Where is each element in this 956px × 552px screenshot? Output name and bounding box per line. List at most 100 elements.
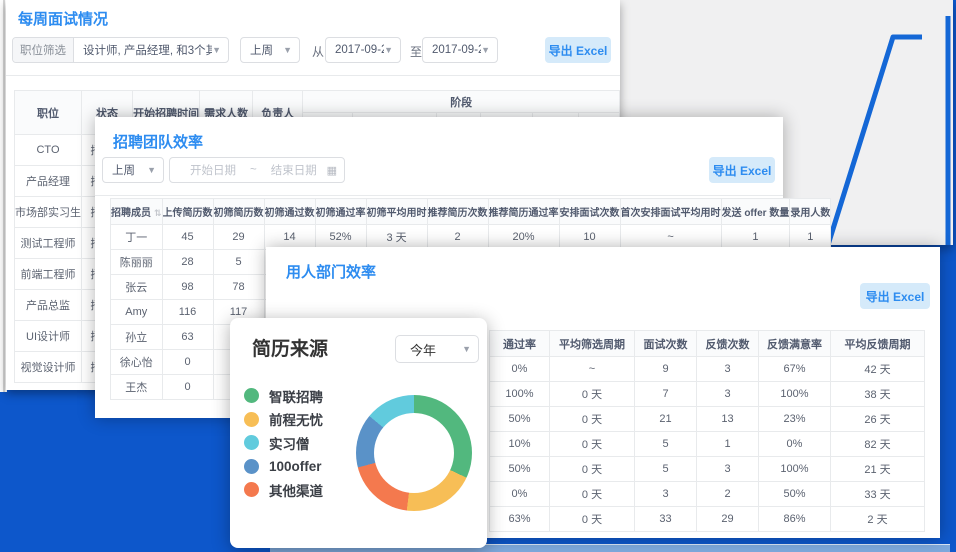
legend-color-dot [244, 435, 259, 450]
resume-source-donut-chart [356, 395, 472, 511]
export-excel-button[interactable]: 导出 Excel [545, 37, 611, 63]
end-date-placeholder: 结束日期 [257, 162, 317, 178]
column-header: 安排面试次数 [559, 199, 620, 225]
column-header: 初筛简历数 [213, 199, 264, 225]
period-select[interactable]: 上周 ▼ [240, 37, 300, 63]
table-cell: 0 天 [550, 457, 635, 482]
table-cell: 100% [759, 382, 831, 407]
legend-label: 其他渠道 [269, 480, 323, 500]
table-cell: 测试工程师 [15, 228, 82, 259]
column-header: 推荐简历通过率 [488, 199, 559, 225]
chevron-down-icon: ▼ [212, 45, 228, 55]
table-cell: 29 [213, 225, 264, 250]
table-cell: 21 天 [831, 457, 925, 482]
column-header: 初筛通过数 [264, 199, 315, 225]
stage-group-header: 阶段 [303, 91, 620, 113]
legend-item[interactable]: 智联招聘 [244, 384, 323, 408]
from-date-picker[interactable]: 2017-09-20 ▼ [325, 37, 401, 63]
legend-label: 前程无忧 [269, 409, 323, 429]
sort-icon[interactable]: ⇅ [154, 208, 162, 218]
divider [6, 75, 620, 76]
table-cell: 42 天 [831, 357, 925, 382]
chevron-down-icon: ▼ [147, 165, 163, 175]
table-cell: 3 [635, 482, 697, 507]
legend-label: 100offer [269, 459, 322, 474]
table-cell: 7 [635, 382, 697, 407]
column-header[interactable]: 招聘成员⇅ [111, 199, 163, 225]
legend-item[interactable]: 实习僧 [244, 431, 323, 455]
column-header: 通过率 [490, 331, 550, 357]
calendar-icon[interactable]: ▦ [327, 164, 344, 177]
column-header: 初筛平均用时 [366, 199, 427, 225]
position-filter-value: 设计师, 产品经理, 和3个其他职位 [74, 42, 212, 58]
column-header: 平均反馈周期 [831, 331, 925, 357]
table-cell: 5 [635, 432, 697, 457]
table-cell: CTO [15, 135, 82, 166]
table-cell: 王杰 [111, 375, 163, 400]
table-cell: 孙立 [111, 325, 163, 350]
table-cell: 2 [697, 482, 759, 507]
legend-label: 智联招聘 [269, 386, 323, 406]
table-row: 0%~9367%42 天 [490, 357, 925, 382]
legend-color-dot [244, 388, 259, 403]
table-cell: 20% [488, 225, 559, 250]
table-cell: 78 [213, 275, 264, 300]
export-excel-button[interactable]: 导出 Excel [860, 283, 930, 309]
table-cell: 3 [697, 357, 759, 382]
date-range-input[interactable]: 开始日期 ~ 结束日期 ▦ [169, 157, 345, 183]
legend-label: 实习僧 [269, 433, 310, 453]
to-date-picker[interactable]: 2017-09-27 ▼ [422, 37, 498, 63]
table-cell: 1 [721, 225, 790, 250]
start-date-placeholder: 开始日期 [170, 162, 236, 178]
legend-color-dot [244, 459, 259, 474]
export-excel-button[interactable]: 导出 Excel [709, 157, 775, 183]
donut-legend: 智联招聘前程无忧实习僧 100offer 其他渠道 [244, 384, 323, 502]
column-header: 首次安排面试平均用时 [620, 199, 721, 225]
table-row: 50%0 天211323%26 天 [490, 407, 925, 432]
column-header: 初筛通过率 [315, 199, 366, 225]
column-header: 推荐简历次数 [427, 199, 488, 225]
table-cell: 3 天 [366, 225, 427, 250]
table-cell: 张云 [111, 275, 163, 300]
table-cell: 0 天 [550, 507, 635, 532]
year-select[interactable]: 今年 ▼ [395, 335, 479, 363]
divider [95, 195, 783, 196]
legend-color-dot [244, 482, 259, 497]
table-cell: 52% [315, 225, 366, 250]
table-row: 0%0 天3250%33 天 [490, 482, 925, 507]
table-cell: 0 天 [550, 482, 635, 507]
chevron-down-icon: ▼ [462, 344, 478, 354]
period-select[interactable]: 上周 ▼ [102, 157, 164, 183]
legend-item[interactable]: 其他渠道 [244, 478, 323, 502]
legend-item[interactable]: 前程无忧 [244, 408, 323, 432]
table-cell: 徐心怡 [111, 350, 163, 375]
table-cell: 0 [162, 350, 213, 375]
table-row: 50%0 天53100%21 天 [490, 457, 925, 482]
legend-item[interactable]: 100offer [244, 455, 323, 479]
table-cell: 陈丽丽 [111, 250, 163, 275]
table-cell: 5 [635, 457, 697, 482]
table-cell: 26 天 [831, 407, 925, 432]
column-header: 职位 [15, 91, 82, 135]
table-row: 10%0 天510%82 天 [490, 432, 925, 457]
table-cell: 前端工程师 [15, 259, 82, 290]
period-value: 上周 [241, 42, 273, 58]
table-cell: 丁一 [111, 225, 163, 250]
table-cell: 0% [490, 357, 550, 382]
panel-title: 招聘团队效率 [113, 131, 203, 152]
table-cell: 21 [635, 407, 697, 432]
from-label: 从 [312, 43, 324, 60]
table-cell: 2 [427, 225, 488, 250]
table-row: 100%0 天73100%38 天 [490, 382, 925, 407]
table-cell: UI设计师 [15, 321, 82, 352]
table-cell: 0 天 [550, 407, 635, 432]
position-filter-select[interactable]: 职位筛选 设计师, 产品经理, 和3个其他职位 ▼ [12, 37, 229, 63]
year-value: 今年 [396, 340, 436, 359]
column-header: 反馈满意率 [759, 331, 831, 357]
chevron-down-icon: ▼ [283, 45, 299, 55]
table-cell: 23% [759, 407, 831, 432]
chevron-down-icon: ▼ [481, 45, 497, 55]
table-cell: 1 [790, 225, 831, 250]
table-cell: 98 [162, 275, 213, 300]
table-cell: 产品总监 [15, 290, 82, 321]
